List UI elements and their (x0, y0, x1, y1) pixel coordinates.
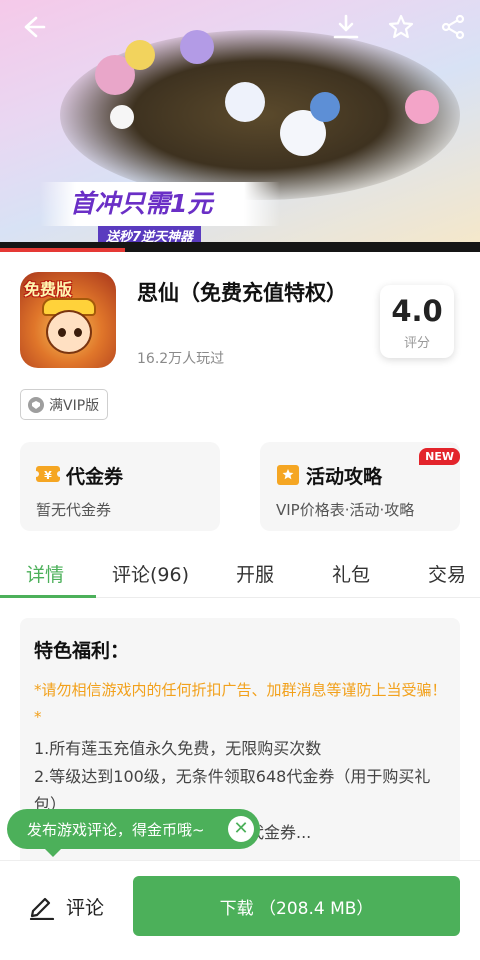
vip-tag-label: 满VIP版 (49, 397, 100, 414)
svg-text:¥: ¥ (44, 469, 52, 482)
character-sprite (110, 105, 134, 129)
play-count: 16.2万人玩过 (137, 351, 225, 367)
scam-warning: *请勿相信游戏内的任何折扣广告、加群消息等谨防上当受骗！* (34, 681, 447, 726)
eye (58, 328, 66, 337)
character-sprite (225, 82, 265, 122)
vip-tag[interactable]: 满VIP版 (20, 389, 109, 420)
feature-line: 1.所有莲玉充值永久免费，无限购买次数 (34, 739, 322, 758)
voucher-title: 代金券 (66, 466, 124, 488)
close-icon[interactable]: ✕ (228, 816, 254, 842)
rating-value: 4.0 (391, 294, 443, 328)
promo-main-text: 首冲只需1元 (70, 189, 213, 218)
download-button[interactable]: 下载 （208.4 MB） (133, 876, 460, 936)
video-progress-bar (0, 248, 125, 252)
character-sprite (405, 90, 439, 124)
share-icon[interactable] (438, 12, 468, 42)
voucher-subtitle: 暂无代金券 (36, 501, 112, 519)
rating-label: 评分 (403, 336, 430, 351)
star-icon[interactable] (386, 12, 416, 42)
character-face (46, 310, 92, 354)
back-arrow-icon[interactable] (18, 12, 48, 42)
comment-reward-toast[interactable]: 发布游戏评论，得金币哦~ ✕ (7, 809, 260, 857)
character-sprite (125, 40, 155, 70)
detail-tabs: 详情 评论(96) 开服 礼包 交易 (0, 550, 480, 598)
character-sprite (310, 92, 340, 122)
features-heading: 特色福利： (34, 640, 130, 662)
tab-servers[interactable]: 开服 (236, 560, 274, 587)
tab-gift-packs[interactable]: 礼包 (332, 560, 370, 587)
tab-active-indicator (0, 595, 96, 598)
download-icon[interactable] (331, 12, 361, 42)
toast-text: 发布游戏评论，得金币哦~ (27, 820, 205, 839)
calendar-star-icon (277, 465, 299, 485)
character-sprite (180, 30, 214, 64)
app-title: 思仙（免费充值特权） (137, 281, 347, 305)
rating-box[interactable]: 4.0 评分 (380, 285, 454, 358)
comment-button[interactable]: 评论 (28, 888, 104, 924)
tab-details[interactable]: 详情 (26, 560, 64, 587)
new-badge: NEW (419, 448, 460, 465)
eye (74, 328, 82, 337)
feature-line: 代金券... (248, 823, 312, 842)
tab-trade[interactable]: 交易 (428, 560, 466, 587)
comment-button-label: 评论 (66, 896, 105, 919)
tab-comments[interactable]: 评论(96) (112, 560, 189, 587)
pen-icon (29, 897, 55, 920)
voucher-card[interactable]: ¥ 代金券 暂无代金券 (20, 442, 220, 531)
app-icon: 免费版 (20, 272, 116, 368)
app-icon-badge: 免费版 (24, 280, 73, 299)
activity-guide-subtitle: VIP价格表·活动·攻略 (276, 501, 415, 519)
voucher-icon: ¥ (36, 466, 60, 482)
activity-guide-title: 活动攻略 (306, 466, 383, 488)
vip-shield-icon (28, 396, 44, 413)
